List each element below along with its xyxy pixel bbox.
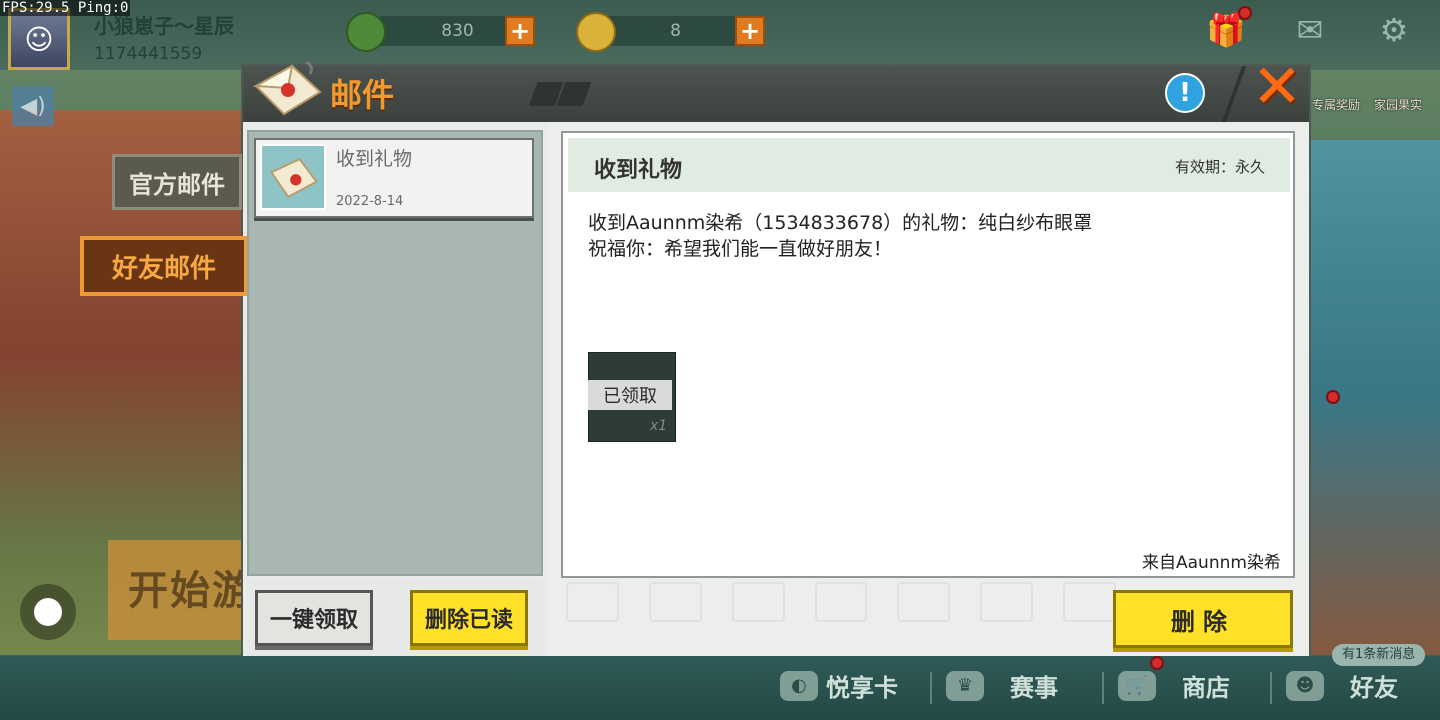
side-reward-label-right[interactable]: 家园果实 bbox=[1374, 96, 1422, 113]
avatar[interactable]: ☺ bbox=[8, 8, 70, 70]
mail-sender: 来自Aaunnm染希 bbox=[1142, 553, 1281, 573]
notification-dot bbox=[1238, 6, 1252, 20]
bottom-nav-shop-label: 商店 bbox=[1182, 674, 1230, 702]
side-marker-dot bbox=[1326, 390, 1340, 404]
bottom-nav-card-label: 悦享卡 bbox=[826, 674, 898, 702]
nav-divider bbox=[1270, 672, 1272, 704]
gold-currency-value: 8 bbox=[598, 16, 753, 46]
mail-dialog-header bbox=[243, 66, 1309, 122]
mail-detail-title: 收到礼物 bbox=[594, 158, 683, 183]
attachment-quantity: x1 bbox=[650, 418, 668, 434]
gem-coin-icon bbox=[346, 12, 386, 52]
new-message-pill[interactable]: 有1条新消息 bbox=[1332, 644, 1426, 666]
friend-icon: ☻ bbox=[1286, 670, 1324, 701]
bottom-nav-shop[interactable]: 🛒 商店 bbox=[1118, 668, 1230, 703]
trophy-icon: ♛ bbox=[946, 670, 984, 701]
add-gem-button[interactable]: + bbox=[505, 16, 535, 46]
bottom-nav-friends-label: 好友 bbox=[1350, 674, 1398, 702]
mail-expiry: 有效期：永久 bbox=[1175, 158, 1266, 176]
claim-all-button[interactable]: 一键领取 bbox=[255, 590, 373, 646]
envelope-thumb-icon bbox=[260, 144, 326, 210]
shop-notification-dot bbox=[1150, 656, 1164, 670]
close-button[interactable]: ✕ bbox=[1250, 57, 1304, 117]
bottom-nav-card[interactable]: ◐ 悦享卡 bbox=[780, 668, 898, 703]
mail-dialog-title: 邮件 bbox=[330, 76, 395, 114]
bottom-nav-events[interactable]: ♛ 赛事 bbox=[946, 668, 1058, 703]
mail-list-item-date: 2022-8-14 bbox=[336, 194, 404, 209]
gold-coin-icon bbox=[576, 12, 616, 52]
pig-icon: ◐ bbox=[780, 670, 818, 701]
user-id: 1174441559 bbox=[94, 44, 203, 64]
record-button-dot[interactable] bbox=[34, 598, 62, 626]
side-reward-label-left[interactable]: 专属奖励 bbox=[1312, 96, 1360, 113]
delete-read-button[interactable]: 删除已读 bbox=[410, 590, 528, 646]
mail-list-item-title: 收到礼物 bbox=[336, 148, 413, 170]
settings-icon[interactable]: ⚙ bbox=[1372, 10, 1416, 50]
background-start-text: 开始游 bbox=[128, 568, 246, 614]
nav-divider bbox=[1102, 672, 1104, 704]
delete-button[interactable]: 删除 bbox=[1113, 590, 1293, 648]
attachment-claimed-badge: 已领取 bbox=[588, 380, 672, 410]
info-button[interactable]: ! bbox=[1165, 73, 1205, 113]
bottom-nav-events-label: 赛事 bbox=[1010, 674, 1058, 702]
mail-icon[interactable]: ✉ bbox=[1288, 10, 1332, 50]
decorative-pattern bbox=[560, 576, 1117, 652]
mail-body-line-2: 祝福你：希望我们能一直做好朋友！ bbox=[588, 238, 893, 260]
fps-counter: FPS:29.5 Ping:0 bbox=[0, 0, 131, 16]
cart-icon: 🛒 bbox=[1118, 670, 1156, 701]
nav-divider bbox=[930, 672, 932, 704]
add-gold-button[interactable]: + bbox=[735, 16, 765, 46]
tab-friend-mail[interactable]: 好友邮件 bbox=[80, 236, 248, 296]
tab-official-mail[interactable]: 官方邮件 bbox=[112, 154, 242, 210]
envelope-icon bbox=[252, 60, 322, 116]
background-artwork-right bbox=[1300, 140, 1440, 655]
bottom-nav-friends[interactable]: ☻ 好友 bbox=[1286, 668, 1398, 703]
announcement-speaker-button[interactable]: ◀) bbox=[12, 86, 54, 126]
mail-body-line-1: 收到Aaunnm染希（1534833678）的礼物：纯白纱布眼罩 bbox=[588, 212, 1093, 234]
